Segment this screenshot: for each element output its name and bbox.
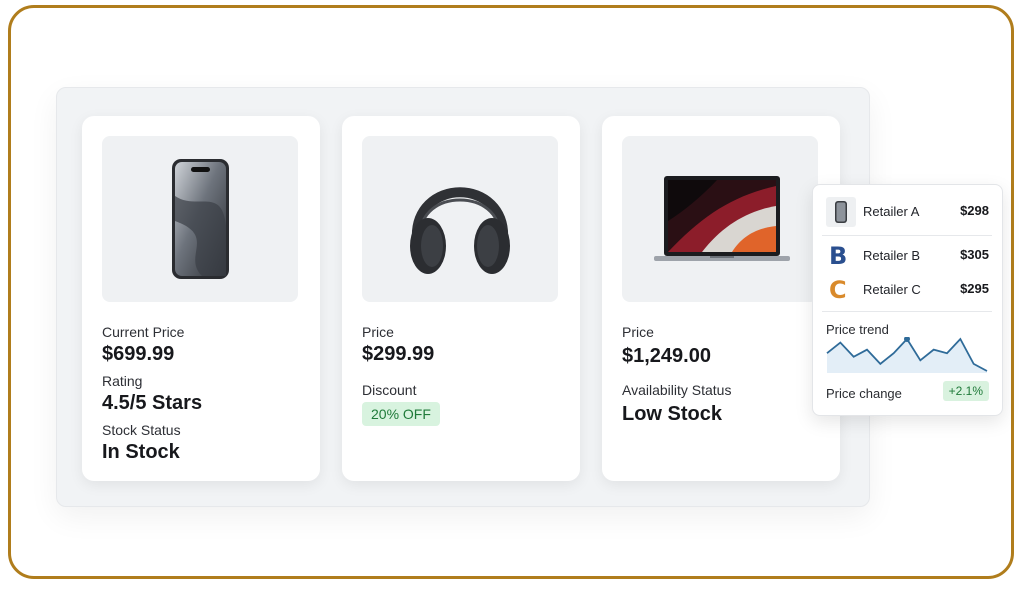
product-image-headphones — [362, 136, 558, 302]
laptop-price-value: $1,249.00 — [622, 345, 711, 367]
price-trend-label: Price trend — [826, 322, 889, 337]
price-value: $299.99 — [362, 343, 435, 365]
stock-status-label: Stock Status — [102, 422, 181, 438]
price-label: Price — [362, 324, 394, 340]
discount-badge: 20% OFF — [362, 402, 440, 426]
rating-label: Rating — [102, 373, 143, 389]
stock-status-value: In Stock — [102, 441, 180, 463]
laptop-icon — [654, 176, 790, 261]
product-card-laptop[interactable]: Price $1,249.00 Availability Status Low … — [602, 116, 840, 481]
price-change-badge: +2.1% — [942, 381, 989, 401]
retailer-price: $305 — [960, 247, 989, 262]
availability-status-label: Availability Status — [622, 382, 732, 398]
price-trend-chart — [826, 337, 988, 373]
smartphone-icon — [172, 159, 229, 279]
retailer-name: Retailer A — [863, 204, 920, 219]
current-price-label: Current Price — [102, 324, 185, 340]
laptop-price-label: Price — [622, 324, 654, 340]
retailer-b-logo-icon: B — [829, 242, 848, 270]
retailer-price: $295 — [960, 281, 989, 296]
headphones-icon — [410, 187, 510, 274]
retailer-row-c[interactable]: C Retailer C $295 — [813, 275, 1002, 305]
product-image-phone — [102, 136, 298, 302]
divider — [822, 311, 992, 312]
product-card-headphones[interactable]: Price $299.99 Discount 20% OFF — [342, 116, 580, 481]
phone-thumbnail-icon — [826, 197, 856, 227]
discount-label: Discount — [362, 382, 417, 398]
price-change-label: Price change — [826, 386, 902, 401]
retailer-c-logo-icon: C — [829, 276, 847, 304]
product-card-phone[interactable]: Current Price $699.99 Rating 4.5/5 Stars… — [82, 116, 320, 481]
retailer-price: $298 — [960, 203, 989, 218]
retailer-comparison-popup: Retailer A $298 B Retailer B $305 C Reta… — [812, 184, 1003, 416]
retailer-row-b[interactable]: B Retailer B $305 — [813, 241, 1002, 271]
retailer-name: Retailer C — [863, 282, 921, 297]
current-price-value: $699.99 — [102, 343, 175, 365]
retailer-row-a[interactable]: Retailer A $298 — [813, 197, 1002, 227]
divider — [822, 235, 992, 236]
retailer-name: Retailer B — [863, 248, 921, 263]
rating-value: 4.5/5 Stars — [102, 392, 203, 414]
availability-status-value: Low Stock — [622, 403, 723, 425]
product-image-laptop — [622, 136, 818, 302]
